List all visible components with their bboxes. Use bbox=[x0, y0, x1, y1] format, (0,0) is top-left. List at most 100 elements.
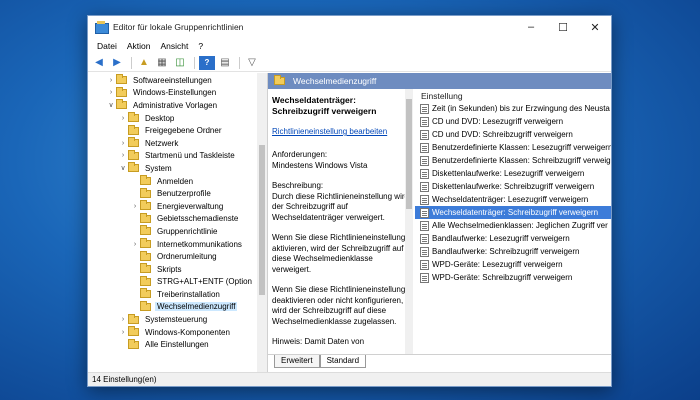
tree-scroll-thumb[interactable] bbox=[259, 145, 265, 295]
tree-item[interactable]: › Internetkommunikations bbox=[88, 238, 267, 251]
description-scrollbar[interactable] bbox=[405, 89, 413, 354]
chevron-right-icon[interactable]: › bbox=[106, 77, 116, 84]
setting-label: Zeit (in Sekunden) bis zur Erzwingung de… bbox=[432, 104, 610, 113]
description-scroll-thumb[interactable] bbox=[406, 99, 412, 209]
policy-title: Wechseldatenträger: Schreibzugriff verwe… bbox=[272, 95, 377, 116]
tree-item[interactable]: › Startmenü und Taskleiste bbox=[88, 149, 267, 163]
chevron-right-icon[interactable]: › bbox=[118, 152, 128, 159]
chevron-right-icon[interactable]: › bbox=[130, 241, 140, 248]
description-paragraph-disabled: Wenn Sie diese Richtlinieneinstellung de… bbox=[272, 285, 406, 326]
tree-item[interactable]: › Systemsteuerung bbox=[88, 313, 267, 326]
menu-ansicht[interactable]: Ansicht bbox=[155, 41, 193, 51]
description-panel: Wechseldatenträger: Schreibzugriff verwe… bbox=[268, 89, 413, 354]
chevron-right-icon[interactable]: › bbox=[118, 316, 128, 323]
tree-item-label: Energieverwaltung bbox=[157, 201, 224, 211]
tree-item[interactable]: Wechselmedienzugriff bbox=[88, 300, 267, 314]
menu-datei[interactable]: Datei bbox=[92, 41, 122, 51]
tree-item[interactable]: Gebietsschemadienste bbox=[88, 212, 267, 226]
menu-help[interactable]: ? bbox=[193, 41, 208, 51]
tree-item-label: Skripts bbox=[157, 264, 182, 274]
settings-list: Einstellung Zeit (in Sekunden) bis zur E… bbox=[415, 89, 611, 354]
policy-setting-icon bbox=[420, 155, 429, 166]
maximize-button[interactable]: ☐ bbox=[547, 16, 579, 38]
tree-item-label: Internetkommunikations bbox=[157, 239, 242, 249]
view-tabs: Erweitert Standard bbox=[268, 354, 611, 372]
setting-label: Bandlaufwerke: Lesezugriff verweigern bbox=[432, 234, 570, 243]
tree-item[interactable]: Ordnerumleitung bbox=[88, 250, 267, 263]
setting-row[interactable]: Wechseldatenträger: Schreibzugriff verwe… bbox=[415, 206, 611, 219]
edit-policy-link[interactable]: Richtlinieneinstellung bearbeiten bbox=[272, 127, 409, 136]
status-text: 14 Einstellung(en) bbox=[92, 375, 157, 384]
folder-icon bbox=[140, 200, 151, 211]
up-folder-icon[interactable]: ▲ bbox=[136, 56, 152, 70]
toolbar-separator bbox=[239, 56, 240, 69]
tree-item[interactable]: Freigegebene Ordner bbox=[88, 124, 267, 137]
tree-item[interactable]: Gruppenrichtlinie bbox=[88, 225, 267, 238]
chevron-right-icon[interactable]: › bbox=[118, 329, 128, 336]
filter-icon[interactable]: ▽ bbox=[244, 56, 260, 70]
setting-row[interactable]: WPD-Geräte: Schreibzugriff verweigern bbox=[415, 271, 611, 284]
setting-row[interactable]: WPD-Geräte: Lesezugriff verweigern bbox=[415, 258, 611, 271]
requirements-value: Mindestens Windows Vista bbox=[272, 160, 368, 170]
tree-item[interactable]: › Netzwerk bbox=[88, 137, 267, 150]
tab-standard[interactable]: Standard bbox=[319, 355, 367, 368]
setting-row[interactable]: Benutzerdefinierte Klassen: Schreibzugri… bbox=[415, 154, 611, 167]
setting-label: Diskettenlaufwerke: Lesezugriff verweige… bbox=[432, 169, 585, 178]
chevron-down-icon[interactable]: ∨ bbox=[106, 101, 116, 109]
description: Beschreibung: Durch diese Richtlinieneins… bbox=[272, 181, 409, 223]
tree-item[interactable]: STRG+ALT+ENTF (Option bbox=[88, 275, 267, 289]
tree-item[interactable]: Alle Einstellungen bbox=[88, 338, 267, 351]
show-hide-tree-icon[interactable]: ▦ bbox=[154, 56, 170, 70]
setting-row[interactable]: Bandlaufwerke: Lesezugriff verweigern bbox=[415, 232, 611, 245]
help-icon[interactable]: ? bbox=[199, 55, 215, 70]
tab-erweitert[interactable]: Erweitert bbox=[274, 355, 320, 368]
chevron-right-icon[interactable]: › bbox=[118, 140, 128, 147]
tree-item-label: Ordnerumleitung bbox=[157, 252, 217, 262]
setting-row[interactable]: Bandlaufwerke: Schreibzugriff verweigern bbox=[415, 245, 611, 258]
gpedit-app-icon bbox=[95, 21, 109, 34]
menu-aktion[interactable]: Aktion bbox=[122, 41, 156, 51]
tree-item-label: Anmelden bbox=[157, 176, 194, 186]
folder-icon bbox=[140, 250, 151, 261]
chevron-right-icon[interactable]: › bbox=[130, 203, 140, 210]
setting-row[interactable]: Diskettenlaufwerke: Lesezugriff verweige… bbox=[415, 167, 611, 180]
setting-row[interactable]: CD und DVD: Lesezugriff verweigern bbox=[415, 115, 611, 128]
tree-item[interactable]: › Softwareeinstellungen bbox=[88, 74, 267, 87]
properties-icon[interactable]: ▤ bbox=[217, 56, 233, 70]
minimize-button[interactable]: – bbox=[515, 16, 547, 38]
title-bar[interactable]: Editor für lokale Gruppenrichtlinien – ☐… bbox=[88, 16, 611, 38]
tree-item[interactable]: Skripts bbox=[88, 263, 267, 276]
tree-scrollbar[interactable] bbox=[257, 73, 267, 372]
setting-row[interactable]: Zeit (in Sekunden) bis zur Erzwingung de… bbox=[415, 102, 611, 115]
status-bar: 14 Einstellung(en) bbox=[88, 372, 611, 386]
column-header-einstellung[interactable]: Einstellung bbox=[415, 89, 611, 102]
tree-item[interactable]: Benutzerprofile bbox=[88, 187, 267, 200]
back-arrow-icon[interactable]: ◀ bbox=[91, 56, 107, 70]
tree-item[interactable]: Anmelden bbox=[88, 175, 267, 188]
description-label: Beschreibung: bbox=[272, 181, 324, 190]
setting-row[interactable]: Diskettenlaufwerke: Schreibzugriff verwe… bbox=[415, 180, 611, 193]
folder-icon bbox=[128, 162, 139, 173]
setting-row[interactable]: Wechseldatenträger: Lesezugriff verweige… bbox=[415, 193, 611, 206]
chevron-right-icon[interactable]: › bbox=[118, 115, 128, 122]
close-button[interactable]: ✕ bbox=[579, 16, 611, 38]
setting-row[interactable]: Alle Wechselmedienklassen: Jeglichen Zug… bbox=[415, 219, 611, 232]
export-list-icon[interactable]: ◫ bbox=[172, 56, 188, 70]
toolbar-separator bbox=[131, 56, 132, 69]
tree-item[interactable]: › Windows-Einstellungen bbox=[88, 86, 267, 100]
policy-setting-icon bbox=[420, 181, 429, 192]
tree-item-label: Gruppenrichtlinie bbox=[157, 226, 218, 236]
details-header: Wechselmedienzugriff bbox=[268, 73, 611, 89]
folder-icon bbox=[128, 112, 139, 123]
tree-item[interactable]: › Desktop bbox=[88, 112, 267, 125]
tree-item[interactable]: ∨ System bbox=[88, 162, 267, 175]
forward-arrow-icon[interactable]: ▶ bbox=[109, 56, 125, 70]
setting-row[interactable]: Benutzerdefinierte Klassen: Lesezugriff … bbox=[415, 141, 611, 154]
tree-item[interactable]: › Energieverwaltung bbox=[88, 200, 267, 213]
tree-item[interactable]: ∨ Administrative Vorlagen bbox=[88, 99, 267, 112]
chevron-right-icon[interactable]: › bbox=[106, 89, 116, 96]
tree-item[interactable]: › Windows-Komponenten bbox=[88, 326, 267, 339]
setting-row[interactable]: CD und DVD: Schreibzugriff verweigern bbox=[415, 128, 611, 141]
chevron-down-icon[interactable]: ∨ bbox=[118, 164, 128, 172]
tree-item[interactable]: Treiberinstallation bbox=[88, 288, 267, 301]
